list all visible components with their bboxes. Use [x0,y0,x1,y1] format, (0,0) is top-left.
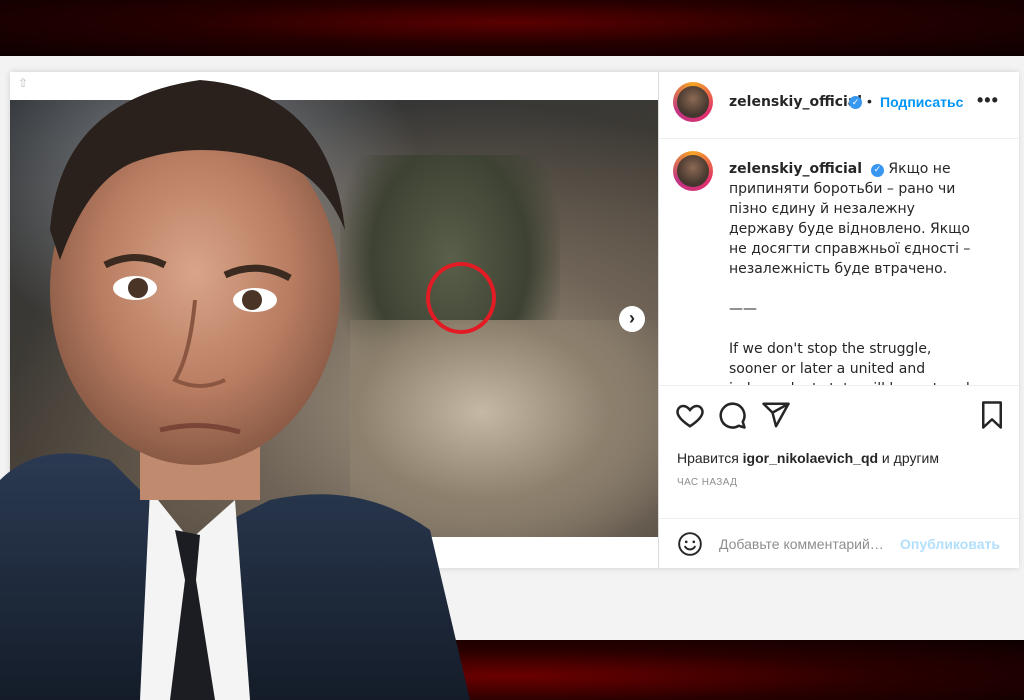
caption-username[interactable]: zelenskiy_official [729,161,862,177]
post-header: zelenskiy_official ✓ • Подписатьс ••• [659,72,1019,139]
likes-line: Нравится igor_nikolaevich_qd и другим [677,450,939,466]
caption: zelenskiy_official ✓ Якщо не припиняти б… [729,159,979,385]
heart-icon[interactable] [675,400,705,430]
bookmark-icon[interactable] [977,400,1007,430]
background-top [0,0,1024,56]
action-bar [659,385,1019,450]
publish-button[interactable]: Опубликовать [900,536,1000,552]
more-icon[interactable]: ••• [977,90,999,111]
username[interactable]: zelenskiy_official [729,94,862,110]
comment-icon[interactable] [717,400,747,430]
likes-prefix: Нравится [677,450,743,466]
likes-user[interactable]: igor_nikolaevich_qd [743,450,878,466]
emoji-icon[interactable] [677,531,703,557]
background-bottom [0,640,1024,700]
share-icon[interactable] [761,400,791,430]
post-time[interactable]: ЧАС НАЗАД [677,477,737,488]
highlight-circle [426,262,496,334]
post-photo [10,100,658,537]
caption-avatar[interactable] [673,151,713,191]
caption-text: Якщо не припиняти боротьби – рано чи піз… [729,161,974,385]
avatar[interactable] [673,82,713,122]
rock-foreground [350,320,658,537]
comment-input[interactable]: Добавьте комментарий… [719,536,884,552]
post-sidebar: zelenskiy_official ✓ • Подписатьс ••• ze… [658,72,1019,568]
verified-icon: ✓ [849,96,862,109]
comment-row: Добавьте комментарий… Опубликовать [659,518,1019,569]
upload-icon: ⇧ [18,76,29,90]
separator: • [867,93,872,109]
follow-button[interactable]: Подписатьс [880,94,963,110]
likes-suffix[interactable]: и другим [878,450,939,466]
caption-verified-icon: ✓ [870,164,884,177]
caption-area[interactable]: zelenskiy_official ✓ Якщо не припиняти б… [659,139,1019,385]
chevron-right-icon[interactable]: › [619,306,645,332]
